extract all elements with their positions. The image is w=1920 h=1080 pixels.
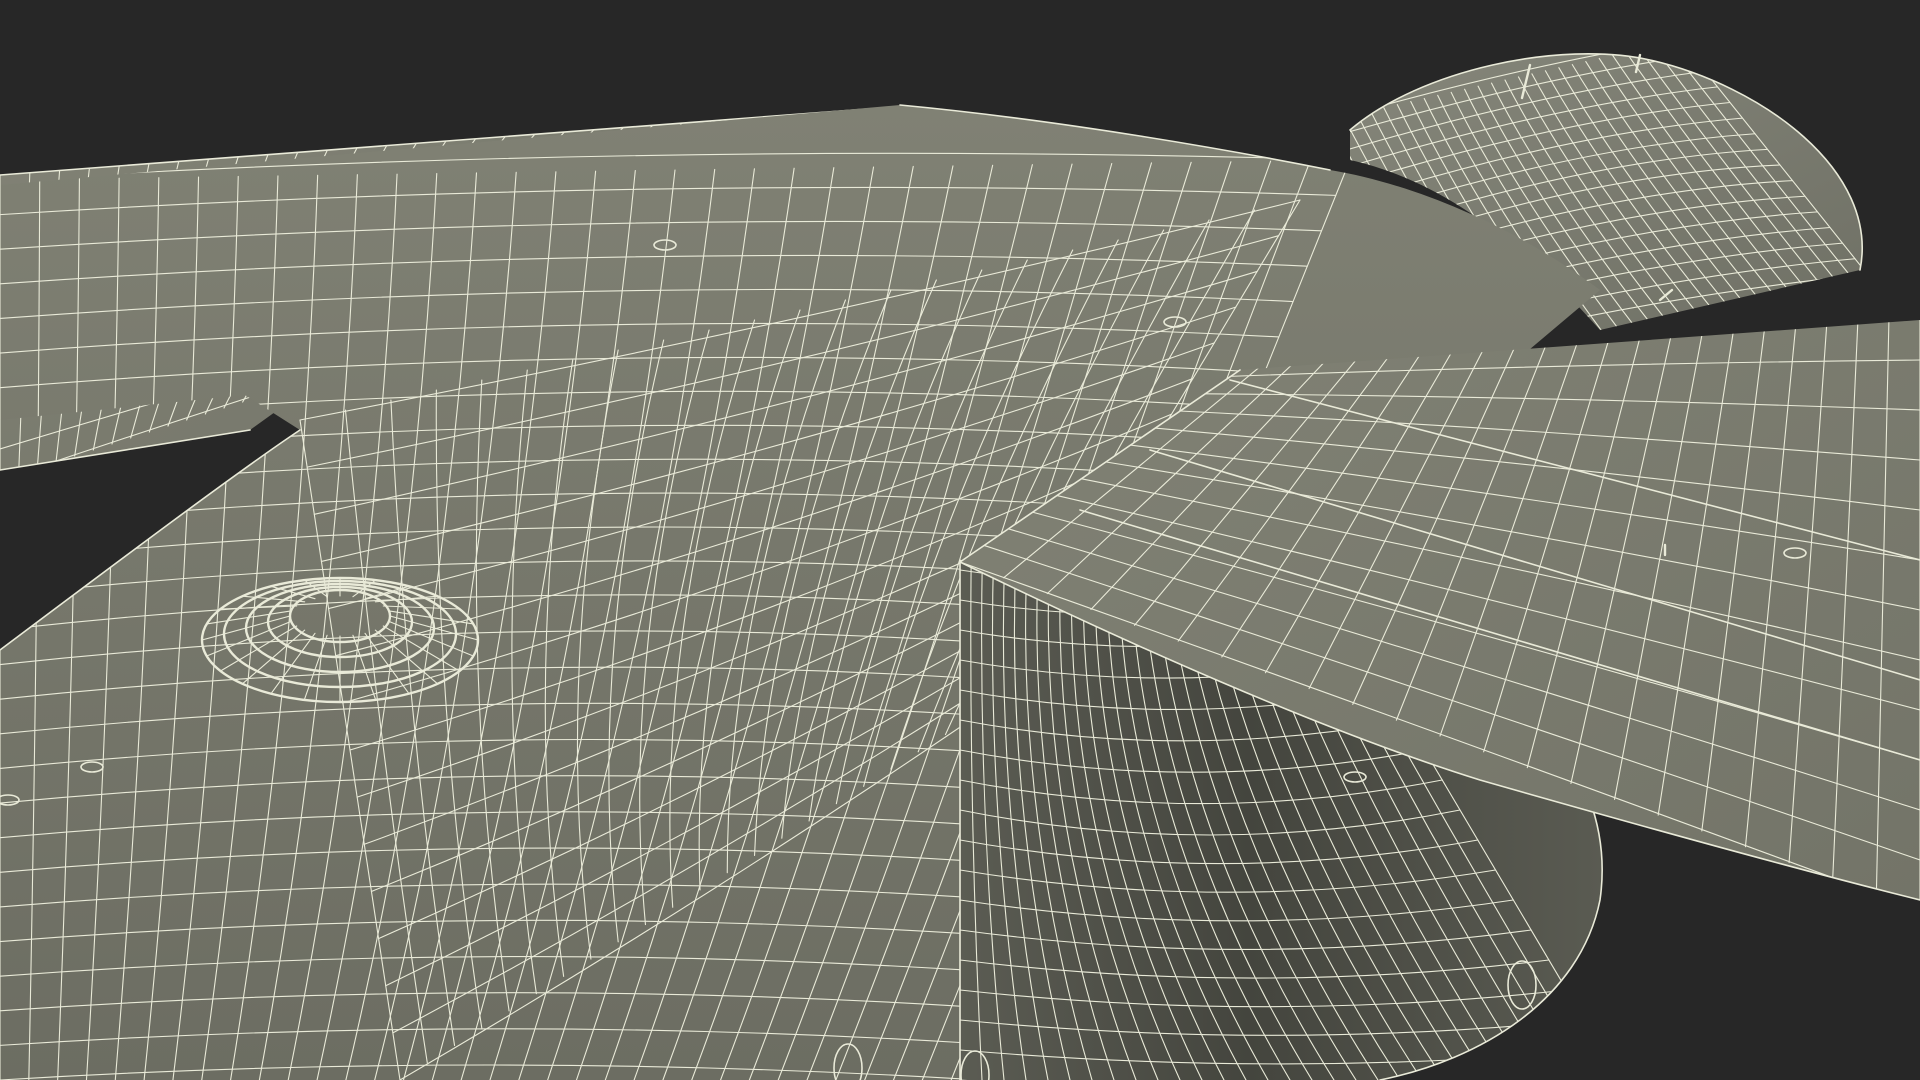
wireframe-scene	[0, 53, 1920, 1080]
viewport[interactable]	[0, 0, 1920, 1080]
